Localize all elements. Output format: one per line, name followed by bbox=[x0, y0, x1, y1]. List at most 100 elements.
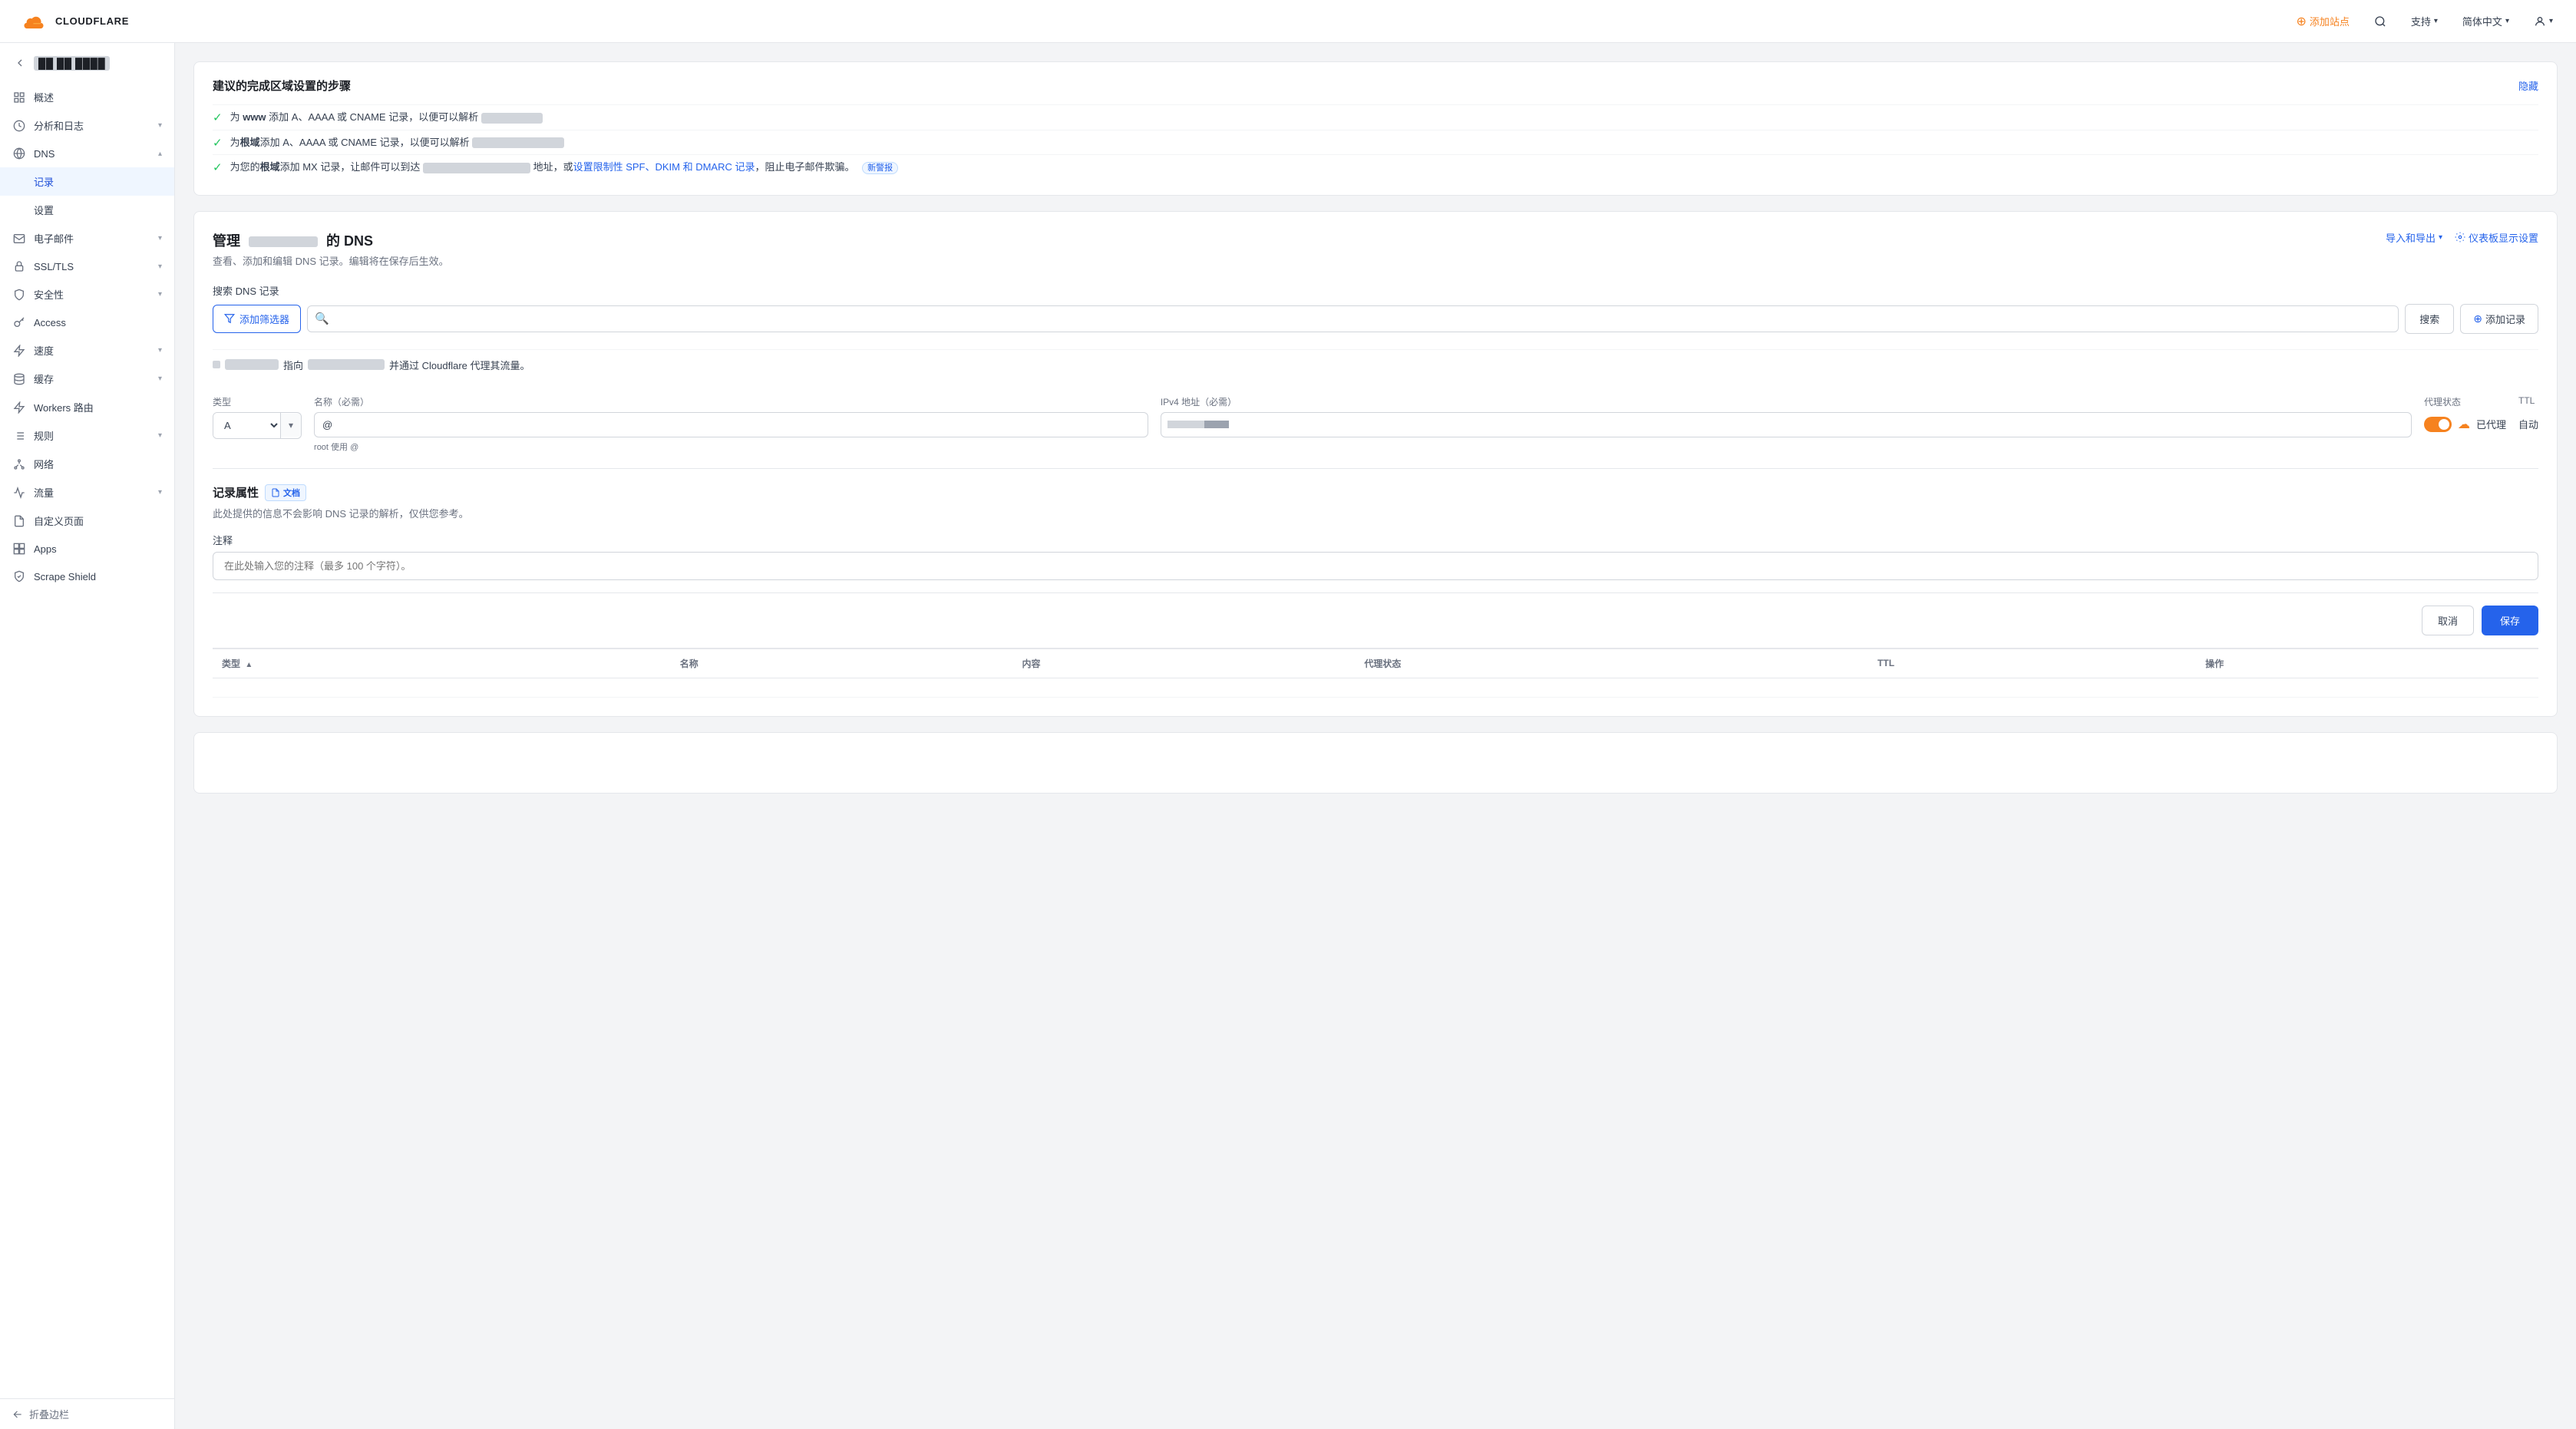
lock-icon bbox=[12, 259, 26, 273]
chevron-down-icon: ▾ bbox=[2549, 17, 2553, 25]
setup-step-1: ✓ 为 www 添加 A、AAAA 或 CNAME 记录，以便可以解析 bbox=[213, 104, 2538, 130]
chevron-up-icon: ▴ bbox=[158, 150, 162, 158]
user-button[interactable]: ▾ bbox=[2529, 12, 2558, 31]
sidebar-item-speed[interactable]: 速度 ▾ bbox=[0, 336, 174, 365]
doc-icon bbox=[271, 488, 280, 497]
sidebar-item-label: 设置 bbox=[34, 203, 54, 217]
sidebar-item-custom-pages[interactable]: 自定义页面 bbox=[0, 507, 174, 535]
sidebar-item-traffic[interactable]: 流量 ▾ bbox=[0, 478, 174, 507]
ipv4-input[interactable] bbox=[1161, 412, 2412, 437]
sidebar-item-access[interactable]: Access bbox=[0, 309, 174, 336]
chevron-down-icon: ▾ bbox=[2505, 17, 2509, 25]
cloudflare-logo-icon bbox=[18, 11, 49, 32]
doc-badge[interactable]: 文档 bbox=[265, 484, 306, 501]
add-record-button[interactable]: ⊕ 添加记录 bbox=[2460, 304, 2538, 334]
proxy-field: 代理状态 ☁ 已代理 bbox=[2424, 395, 2506, 437]
language-button[interactable]: 简体中文 ▾ bbox=[2458, 11, 2514, 31]
table-col-type[interactable]: 类型 ▲ bbox=[213, 648, 671, 678]
brand-logo[interactable]: CLOUDFLARE bbox=[18, 11, 129, 32]
sidebar-item-overview[interactable]: 概述 bbox=[0, 83, 174, 111]
table-row bbox=[213, 678, 2538, 697]
sidebar-item-dns-records[interactable]: 记录 bbox=[0, 167, 174, 196]
sidebar-item-label: 规则 bbox=[34, 428, 54, 443]
dns-card-subtitle: 查看、添加和编辑 DNS 记录。编辑将在保存后生效。 bbox=[213, 253, 2538, 268]
sidebar-item-dns[interactable]: DNS ▴ bbox=[0, 140, 174, 167]
dns-management-card: 管理 的 DNS 导入和导出 ▾ 仪表板显示设置 查看、添加和 bbox=[193, 211, 2558, 717]
record-attributes-title: 记录属性 文档 bbox=[213, 484, 2538, 501]
sidebar-item-label: 记录 bbox=[34, 174, 54, 189]
chevron-down-icon: ▾ bbox=[158, 262, 162, 271]
setup-banner-title: 建议的完成区域设置的步骤 bbox=[213, 78, 351, 94]
name-label: 名称（必需） bbox=[314, 395, 1148, 408]
sidebar-item-label: 概述 bbox=[34, 90, 54, 104]
name-hint: root 使用 @ bbox=[314, 441, 1148, 453]
form-actions: 取消 保存 bbox=[213, 592, 2538, 642]
plus-icon: ⊕ bbox=[2473, 312, 2482, 325]
save-button[interactable]: 保存 bbox=[2482, 606, 2538, 635]
page-icon bbox=[12, 514, 26, 528]
sidebar-item-dns-settings[interactable]: 设置 bbox=[0, 196, 174, 224]
sidebar-item-label: Workers 路由 bbox=[34, 400, 94, 414]
table-col-ttl: TTL bbox=[1868, 648, 2196, 678]
filter-icon bbox=[224, 313, 235, 324]
notes-input[interactable] bbox=[213, 552, 2538, 580]
ipv4-field: IPv4 地址（必需） bbox=[1161, 395, 2412, 437]
sidebar-item-label: 速度 bbox=[34, 343, 54, 358]
check-icon: ✓ bbox=[213, 111, 223, 124]
setup-step-text-2: 为根域添加 A、AAAA 或 CNAME 记录，以便可以解析 bbox=[230, 135, 2538, 150]
sidebar-item-apps[interactable]: Apps bbox=[0, 535, 174, 563]
dashboard-settings-button[interactable]: 仪表板显示设置 bbox=[2455, 230, 2538, 245]
import-export-button[interactable]: 导入和导出 ▾ bbox=[2386, 230, 2442, 245]
table-col-name: 名称 bbox=[671, 648, 1013, 678]
sidebar-item-label: 电子邮件 bbox=[34, 231, 74, 246]
setup-banner-header: 建议的完成区域设置的步骤 隐藏 bbox=[213, 78, 2538, 94]
hide-banner-button[interactable]: 隐藏 bbox=[2518, 78, 2538, 93]
shield-icon bbox=[12, 288, 26, 302]
support-button[interactable]: 支持 ▾ bbox=[2406, 11, 2442, 31]
sidebar-item-label: Apps bbox=[34, 543, 57, 555]
setup-step-text-1: 为 www 添加 A、AAAA 或 CNAME 记录，以便可以解析 bbox=[230, 110, 2538, 125]
proxy-toggle[interactable] bbox=[2424, 417, 2452, 432]
spf-dkim-link[interactable]: 设置限制性 SPF、DKIM 和 DMARC 记录 bbox=[573, 161, 755, 173]
name-input[interactable] bbox=[314, 412, 1148, 437]
search-button[interactable]: 搜索 bbox=[2405, 304, 2454, 334]
check-icon: ✓ bbox=[213, 160, 223, 174]
setup-banner: 建议的完成区域设置的步骤 隐藏 ✓ 为 www 添加 A、AAAA 或 CNAM… bbox=[193, 61, 2558, 196]
add-filter-button[interactable]: 添加筛选器 bbox=[213, 305, 301, 333]
collapse-label: 折叠边栏 bbox=[29, 1407, 69, 1421]
blurred-info-2 bbox=[308, 359, 385, 370]
sidebar-item-cache[interactable]: 缓存 ▾ bbox=[0, 365, 174, 393]
add-site-button[interactable]: ⊕ 添加站点 bbox=[2291, 11, 2353, 32]
sidebar-item-label: 分析和日志 bbox=[34, 118, 84, 133]
type-select-wrap: A AAAA CNAME MX TXT ▾ bbox=[213, 412, 302, 439]
sidebar-item-rules[interactable]: 规则 ▾ bbox=[0, 421, 174, 450]
type-select[interactable]: A AAAA CNAME MX TXT bbox=[213, 413, 281, 438]
table-empty bbox=[213, 678, 2538, 697]
sidebar-item-ssl[interactable]: SSL/TLS ▾ bbox=[0, 252, 174, 280]
sidebar: ██ ██ ████ 概述 分析和日志 ▾ bbox=[0, 43, 175, 1429]
sidebar-item-workers[interactable]: Workers 路由 bbox=[0, 393, 174, 421]
blurred-info-1 bbox=[225, 359, 279, 370]
sidebar-item-label: SSL/TLS bbox=[34, 261, 74, 272]
search-button[interactable] bbox=[2370, 12, 2391, 31]
sidebar-item-security[interactable]: 安全性 ▾ bbox=[0, 280, 174, 309]
table-col-proxy: 代理状态 bbox=[1355, 648, 1868, 678]
app-layout: ██ ██ ████ 概述 分析和日志 ▾ bbox=[0, 43, 2576, 1429]
dropdown-chevron-icon: ▾ bbox=[281, 414, 301, 437]
cancel-button[interactable]: 取消 bbox=[2422, 606, 2474, 635]
search-label: 搜索 DNS 记录 bbox=[213, 283, 2538, 298]
table-col-content: 内容 bbox=[1013, 648, 1356, 678]
info-text-2: 并通过 Cloudflare 代理其流量。 bbox=[389, 358, 530, 372]
plus-icon: ⊕ bbox=[2296, 14, 2306, 29]
sidebar-item-network[interactable]: 网络 bbox=[0, 450, 174, 478]
sidebar-item-scrape-shield[interactable]: Scrape Shield bbox=[0, 563, 174, 590]
sidebar-item-email[interactable]: 电子邮件 ▾ bbox=[0, 224, 174, 252]
type-field: 类型 A AAAA CNAME MX TXT ▾ bbox=[213, 395, 302, 439]
back-button[interactable] bbox=[12, 55, 28, 71]
dns-card-actions: 导入和导出 ▾ 仪表板显示设置 bbox=[2386, 230, 2538, 245]
search-input[interactable] bbox=[307, 305, 2399, 332]
chevron-down-icon: ▾ bbox=[158, 488, 162, 497]
sidebar-collapse-button[interactable]: 折叠边栏 bbox=[0, 1398, 174, 1429]
sidebar-item-analytics[interactable]: 分析和日志 ▾ bbox=[0, 111, 174, 140]
scrape-icon bbox=[12, 569, 26, 583]
